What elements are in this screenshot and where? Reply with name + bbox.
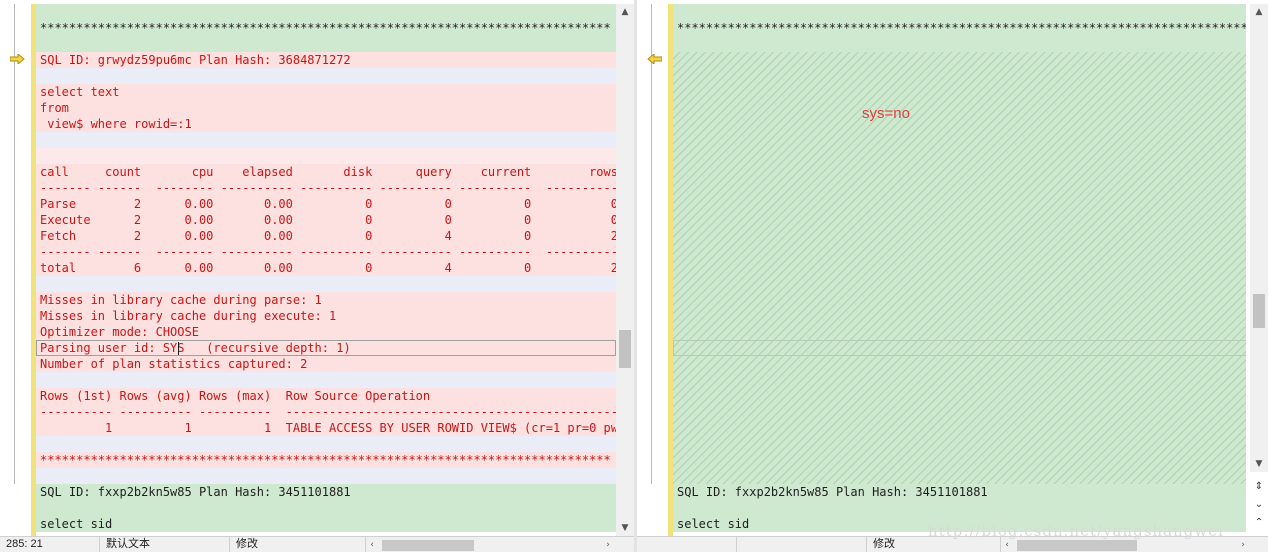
left-arrow-icon[interactable]	[647, 54, 662, 64]
blank-line	[36, 276, 616, 292]
code-line: select text	[36, 84, 616, 100]
left-vertical-scrollbar[interactable]: ▲ ▼	[616, 4, 634, 536]
blank-line	[36, 468, 616, 484]
right-arrow-icon[interactable]	[10, 54, 25, 64]
left-gutter	[0, 4, 30, 536]
right-vertical-scrollbar[interactable]: ▲ ▼	[1250, 4, 1268, 472]
annotation-text: sys=no	[862, 105, 910, 122]
blank-line	[36, 148, 616, 164]
encoding-label-empty	[737, 537, 867, 552]
left-gutter-line	[14, 4, 15, 484]
current-line-box	[36, 340, 616, 356]
left-horizontal-scrollbar[interactable]: ‹ ›	[366, 538, 614, 552]
code-line: call count cpu elapsed disk query curren…	[36, 164, 616, 180]
blank-line	[36, 68, 616, 84]
blank-line	[36, 372, 616, 388]
code-line: SQL ID: grwydz59pu6mc Plan Hash: 3684871…	[36, 52, 616, 68]
code-line: Optimizer mode: CHOOSE	[36, 324, 616, 340]
scroll-right-icon[interactable]: ›	[1237, 538, 1249, 552]
code-line: Misses in library cache during execute: …	[36, 308, 616, 324]
code-line: ------- ------ -------- ---------- -----…	[36, 244, 616, 260]
code-line: Rows (1st) Rows (avg) Rows (max) Row Sou…	[36, 388, 616, 404]
code-line: ****************************************…	[36, 4, 616, 52]
encoding-label[interactable]: 默认文本	[100, 537, 230, 552]
scroll-right-icon[interactable]: ›	[602, 538, 614, 552]
left-status-bar: 285: 21 默认文本 修改 ‹ ›	[0, 536, 634, 552]
blank-line	[36, 132, 616, 148]
blank-line	[36, 436, 616, 452]
cursor-position-empty	[637, 537, 737, 552]
scroll-left-icon[interactable]: ‹	[366, 538, 378, 552]
code-line: Parse 2 0.00 0.00 0 0 0 0	[36, 196, 616, 212]
left-compare-pane[interactable]: ****************************************…	[0, 0, 634, 552]
left-editor[interactable]: ****************************************…	[36, 4, 616, 536]
code-line: view$ where rowid=:1	[36, 116, 616, 132]
text-caret	[178, 342, 179, 355]
right-gutter	[637, 4, 667, 536]
code-line: Number of plan statistics captured: 2	[36, 356, 616, 372]
scroll-thumb[interactable]	[1017, 540, 1137, 551]
code-line: ------- ------ -------- ---------- -----…	[36, 180, 616, 196]
right-editor[interactable]: ****************************************…	[673, 4, 1246, 536]
right-gutter-line	[651, 4, 652, 484]
cursor-position: 285: 21	[0, 537, 100, 552]
missing-lines-block	[673, 52, 1246, 484]
code-line: total 6 0.00 0.00 0 4 0 2	[36, 260, 616, 276]
sync-scroll-icon[interactable]: ⇕	[1252, 480, 1266, 494]
next-diff-icon[interactable]: ⌄	[1252, 498, 1266, 512]
code-line: select sid	[36, 516, 616, 532]
right-horizontal-scrollbar[interactable]: ‹ ›	[1001, 538, 1249, 552]
watermark-text: http://blog.csdn.net/yangshangwei	[928, 522, 1224, 540]
right-compare-pane[interactable]: ****************************************…	[637, 0, 1268, 552]
code-line: SQL ID: fxxp2b2kn5w85 Plan Hash: 3451101…	[36, 484, 616, 500]
code-line: ****************************************…	[36, 452, 616, 468]
scroll-left-icon[interactable]: ‹	[1001, 538, 1013, 552]
scroll-up-icon[interactable]: ▲	[1250, 4, 1268, 20]
scroll-down-icon[interactable]: ▼	[1250, 456, 1268, 472]
scroll-thumb[interactable]	[1253, 294, 1265, 328]
blank-line	[36, 500, 616, 516]
current-line-box	[673, 340, 1246, 356]
scroll-thumb[interactable]	[619, 330, 631, 368]
code-line: Misses in library cache during parse: 1	[36, 292, 616, 308]
prev-diff-icon[interactable]: ⌃	[1252, 516, 1266, 530]
code-line: Execute 2 0.00 0.00 0 0 0 0	[36, 212, 616, 228]
code-line: from	[36, 100, 616, 116]
scroll-thumb[interactable]	[382, 540, 474, 551]
code-line: 1 1 1 TABLE ACCESS BY USER ROWID VIEW$ (…	[36, 420, 616, 436]
code-line: Fetch 2 0.00 0.00 0 4 0 2	[36, 228, 616, 244]
scroll-up-icon[interactable]: ▲	[616, 4, 634, 20]
code-line: ---------- ---------- ---------- -------…	[36, 404, 616, 420]
code-line: ****************************************…	[673, 4, 1246, 52]
edit-mode-label: 修改	[230, 537, 366, 552]
code-line: SQL ID: fxxp2b2kn5w85 Plan Hash: 3451101…	[673, 484, 1246, 500]
scroll-down-icon[interactable]: ▼	[616, 520, 634, 536]
blank-line	[673, 500, 1246, 516]
